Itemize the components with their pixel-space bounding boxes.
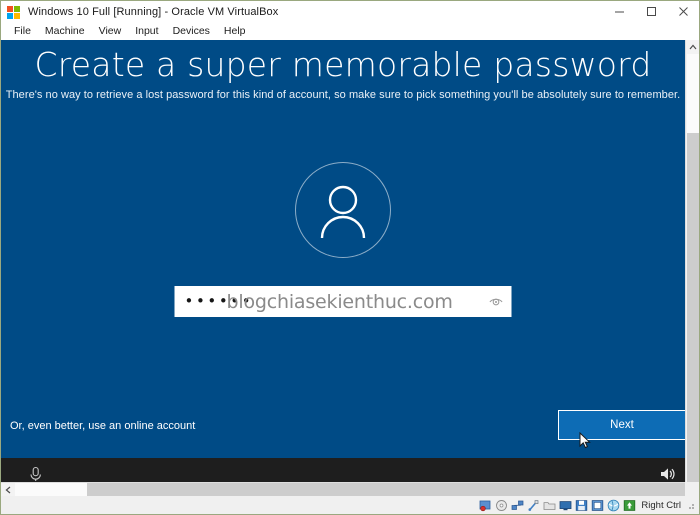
menu-help[interactable]: Help <box>217 22 253 40</box>
page-title: Create a super memorable password <box>34 45 652 84</box>
vertical-scroll-thumb[interactable] <box>687 54 699 133</box>
optical-disk-icon[interactable] <box>495 499 508 512</box>
mouse-integration-icon[interactable] <box>607 499 620 512</box>
keyboard-icon[interactable] <box>591 499 604 512</box>
eye-reveal-icon[interactable] <box>489 294 504 309</box>
status-icon-group <box>479 499 636 512</box>
vm-guest-screen[interactable]: Create a super memorable password There'… <box>1 40 685 482</box>
avatar <box>295 162 391 258</box>
menu-machine[interactable]: Machine <box>38 22 92 40</box>
scroll-up-button[interactable] <box>686 40 699 54</box>
shared-folder-icon[interactable] <box>543 499 556 512</box>
window-titlebar: Windows 10 Full [Running] - Oracle VM Vi… <box>1 1 699 22</box>
menu-file[interactable]: File <box>7 22 38 40</box>
volume-speaker-icon[interactable] <box>658 465 676 482</box>
password-field-row: •••••• blogchiasekienthuc.com <box>174 286 512 317</box>
menu-devices[interactable]: Devices <box>166 22 217 40</box>
recording-icon[interactable] <box>575 499 588 512</box>
horizontal-scroll-thumb[interactable] <box>15 483 87 496</box>
page-subtitle: There's no way to retrieve a lost passwo… <box>5 89 681 101</box>
resize-grip[interactable] <box>685 500 695 510</box>
host-key-label: Right Ctrl <box>641 499 681 511</box>
oobe-password-page: Create a super memorable password There'… <box>1 40 685 482</box>
close-button[interactable] <box>667 1 699 22</box>
vertical-scrollbar[interactable] <box>685 40 699 482</box>
guest-taskbar <box>1 458 685 482</box>
menubar: File Machine View Input Devices Help <box>1 22 699 40</box>
chevron-up-icon <box>689 44 696 50</box>
window-controls <box>603 1 699 22</box>
window-title: Windows 10 Full [Running] - Oracle VM Vi… <box>28 5 279 18</box>
scroll-left-button[interactable] <box>1 483 15 496</box>
user-avatar-icon <box>320 185 366 239</box>
windows-logo-icon <box>6 4 22 20</box>
next-button[interactable]: Next <box>558 410 685 440</box>
display-icon[interactable] <box>559 499 572 512</box>
chevron-left-icon <box>5 486 11 493</box>
vertical-scroll-trough[interactable] <box>687 133 699 482</box>
scrollbar-corner <box>685 482 699 496</box>
usb-icon[interactable] <box>527 499 540 512</box>
password-input[interactable]: •••••• <box>174 286 512 317</box>
horizontal-scrollbar[interactable] <box>1 482 685 496</box>
virtualbox-window: Windows 10 Full [Running] - Oracle VM Vi… <box>0 0 700 515</box>
ease-of-access-microphone-icon[interactable] <box>27 465 45 482</box>
vm-viewport-area: Create a super memorable password There'… <box>1 40 699 496</box>
host-key-icon[interactable] <box>623 499 636 512</box>
online-account-link[interactable]: Or, even better, use an online account <box>10 420 195 432</box>
minimize-button[interactable] <box>603 1 635 22</box>
maximize-button[interactable] <box>635 1 667 22</box>
network-icon[interactable] <box>511 499 524 512</box>
virtualbox-statusbar: Right Ctrl <box>1 496 699 514</box>
menu-input[interactable]: Input <box>128 22 165 40</box>
horizontal-scroll-trough[interactable] <box>87 483 685 496</box>
hard-disk-icon[interactable] <box>479 499 492 512</box>
password-masked-value: •••••• <box>184 292 254 310</box>
menu-view[interactable]: View <box>92 22 129 40</box>
